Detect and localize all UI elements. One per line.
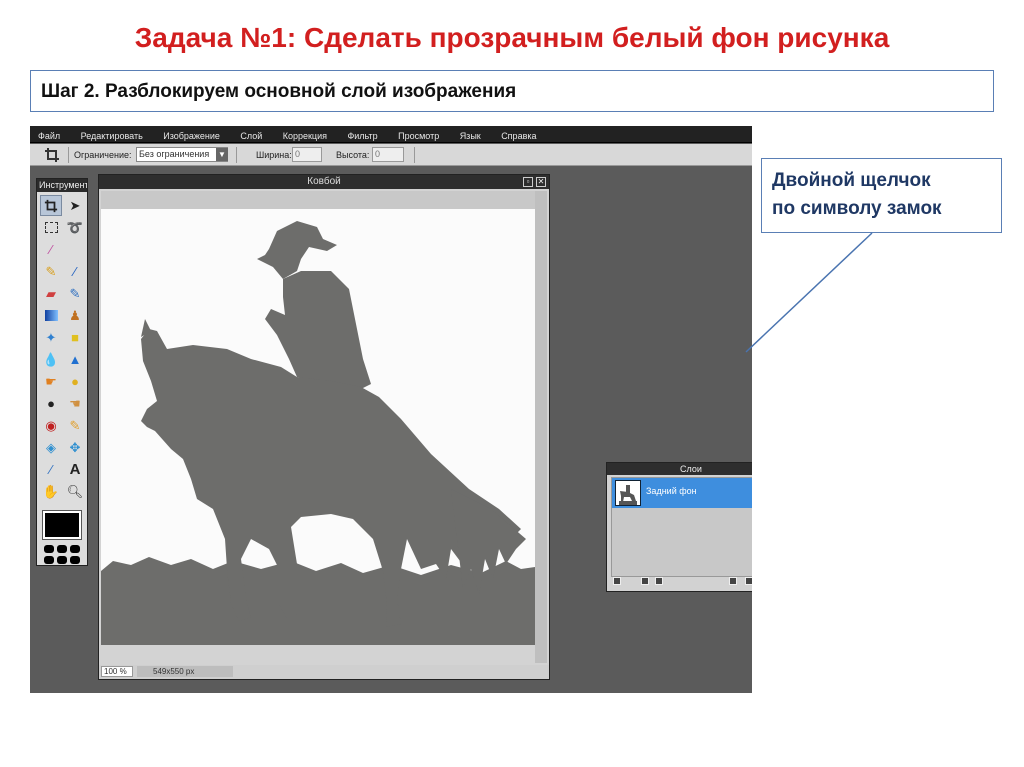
sponge-tool-icon[interactable]: ● — [64, 371, 86, 392]
slide-title: Задача №1: Сделать прозрачным белый фон … — [134, 22, 890, 53]
spot-heal-tool-icon[interactable]: ✎ — [64, 415, 86, 436]
sharpen-tool-icon[interactable]: ▲ — [64, 349, 86, 370]
image-canvas[interactable] — [101, 209, 535, 645]
palette-dot[interactable] — [70, 545, 80, 553]
move-tool-icon[interactable]: ➤ — [64, 195, 86, 216]
height-field[interactable]: 0 — [372, 147, 404, 162]
brush-tool-icon[interactable]: ⁄ — [64, 261, 86, 282]
eraser-tool-icon[interactable]: ▰ — [40, 283, 62, 304]
burn-tool-icon[interactable]: ☚ — [64, 393, 86, 414]
menu-view[interactable]: Просмотр — [390, 127, 447, 142]
red-eye-tool-icon[interactable]: ◉ — [40, 415, 62, 436]
crop-icon[interactable] — [44, 147, 60, 163]
lasso-tool-icon[interactable]: ➰ — [64, 217, 86, 238]
document-statusbar: 100 % 549x550 px — [99, 665, 549, 679]
constraint-label: Ограничение: — [74, 150, 132, 160]
document-titlebar[interactable]: Ковбой ▫ ✕ — [99, 175, 549, 189]
menu-file[interactable]: Файл — [30, 127, 68, 142]
layer-mask-icon[interactable] — [641, 577, 649, 585]
document-window: Ковбой ▫ ✕ 100 % 549x550 px — [98, 174, 550, 680]
callout-box: Двойной щелчок по символу замок — [761, 158, 1002, 233]
palette-dot[interactable] — [44, 556, 54, 564]
canvas-area — [101, 191, 535, 645]
image-size-label: 549x550 px — [137, 666, 233, 677]
menu-adjustments[interactable]: Коррекция — [275, 127, 335, 142]
gradient-tool-icon[interactable] — [40, 305, 62, 326]
separator — [414, 147, 415, 163]
trash-icon[interactable] — [745, 577, 752, 585]
menu-language[interactable]: Язык — [452, 127, 489, 142]
layer-name: Задний фон — [646, 486, 697, 496]
maximize-icon[interactable]: ▫ — [523, 177, 533, 187]
hand-tool-icon[interactable]: ✋ — [40, 481, 62, 502]
text-tool-icon[interactable]: A — [64, 459, 86, 480]
layer-row-background[interactable]: Задний фон — [612, 478, 752, 508]
width-label: Ширина: — [256, 150, 292, 160]
color-replace-icon[interactable]: ✦ — [40, 327, 62, 348]
callout-line-1: Двойной щелчок — [772, 170, 931, 191]
menu-filter[interactable]: Фильтр — [339, 127, 385, 142]
width-field[interactable]: 0 — [292, 147, 322, 162]
step-caption: Шаг 2. Разблокируем основной слой изобра… — [30, 70, 994, 112]
image-editor-app: Файл Редактировать Изображение Слой Корр… — [30, 126, 752, 693]
drawing-tool-icon[interactable]: ■ — [64, 327, 86, 348]
zoom-field[interactable]: 100 % — [101, 666, 133, 677]
layer-style-icon[interactable] — [655, 577, 663, 585]
zoom-tool-icon[interactable]: 🔍︎ — [64, 481, 86, 502]
menu-layer[interactable]: Слой — [232, 127, 270, 142]
palette-dot[interactable] — [57, 545, 67, 553]
document-title: Ковбой — [307, 176, 341, 187]
chevron-down-icon[interactable]: ▼ — [216, 148, 228, 161]
layers-list: Задний фон — [611, 477, 752, 577]
vertical-scrollbar[interactable] — [535, 191, 547, 663]
color-picker-icon[interactable]: ⁄ — [40, 459, 62, 480]
layer-options-icon[interactable] — [613, 577, 621, 585]
menu-help[interactable]: Справка — [493, 127, 544, 142]
menu-image[interactable]: Изображение — [155, 127, 228, 142]
empty-slot — [64, 239, 86, 260]
palette-dot[interactable] — [57, 556, 67, 564]
stamp-tool-icon[interactable]: ♟ — [64, 305, 86, 326]
dodge-tool-icon[interactable]: ● — [40, 393, 62, 414]
separator — [236, 147, 237, 163]
options-bar: Ограничение: Без ограничения ▼ Ширина: 0… — [30, 144, 752, 166]
pinch-tool-icon[interactable]: ✥ — [64, 437, 86, 458]
close-icon[interactable]: ✕ — [536, 177, 546, 187]
pencil-tool-icon[interactable]: ✎ — [40, 261, 62, 282]
menu-bar: Файл Редактировать Изображение Слой Корр… — [30, 126, 752, 143]
bloat-tool-icon[interactable]: ◈ — [40, 437, 62, 458]
callout-line-2: по символу замок — [772, 198, 942, 219]
new-layer-icon[interactable] — [729, 577, 737, 585]
layers-panel: Слои ✕ Задний фон — [606, 462, 752, 592]
blur-tool-icon[interactable]: 💧 — [40, 349, 62, 370]
palette-dot[interactable] — [70, 556, 80, 564]
smudge-tool-icon[interactable]: ☛ — [40, 371, 62, 392]
layer-thumbnail — [615, 480, 641, 506]
slide: Задача №1: Сделать прозрачным белый фон … — [0, 0, 1024, 767]
marquee-tool-icon[interactable] — [40, 217, 62, 238]
tools-panel: Инструменты ➤ ➰ ⁄ ✎ ⁄ ▰ ✎ ♟ ✦ ■ 💧 ▲ ☛ ● — [36, 178, 88, 566]
foreground-color-swatch[interactable] — [42, 510, 82, 540]
separator — [68, 147, 69, 163]
palette-dot[interactable] — [44, 545, 54, 553]
replace-color-icon[interactable]: ✎ — [64, 283, 86, 304]
constraint-select[interactable]: Без ограничения — [136, 147, 228, 162]
color-palette[interactable] — [44, 545, 87, 564]
tools-panel-title: Инструменты — [37, 179, 87, 192]
height-label: Высота: — [336, 150, 370, 160]
layers-panel-title: Слои — [680, 464, 702, 474]
wand-tool-icon[interactable]: ⁄ — [40, 239, 62, 260]
cowboy-silhouette-image — [101, 221, 535, 645]
crop-tool-icon[interactable] — [40, 195, 62, 216]
layers-toolbar — [611, 576, 752, 588]
menu-edit[interactable]: Редактировать — [73, 127, 151, 142]
layers-titlebar[interactable]: Слои ✕ — [607, 463, 752, 475]
